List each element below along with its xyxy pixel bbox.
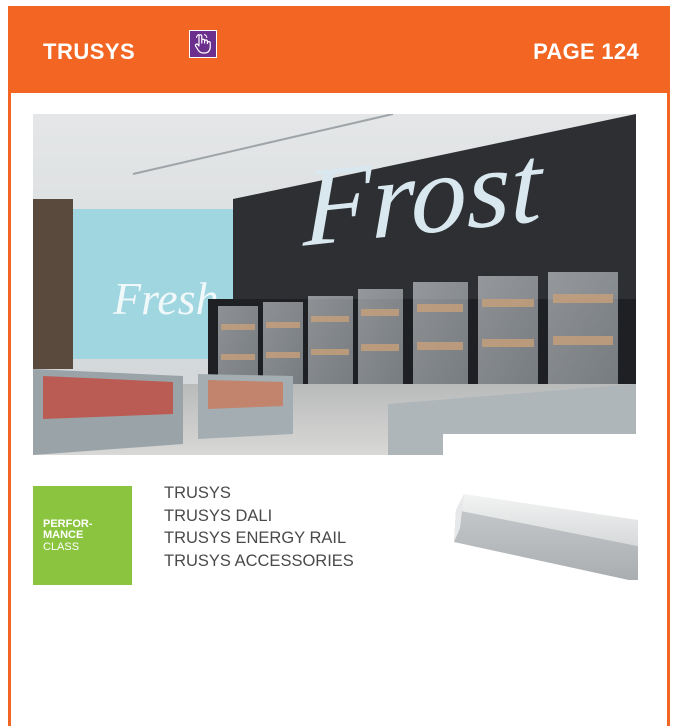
badge-line-2: MANCE [43, 528, 84, 541]
fresh-sign-text: Fresh [112, 273, 219, 324]
product-link-trusys-energy-rail[interactable]: TRUSYS ENERGY RAIL [164, 527, 354, 550]
store-photo: Frost Fresh [33, 114, 636, 455]
luminaire-image [442, 450, 638, 582]
badge-line-3: CLASS [43, 540, 80, 553]
product-list: TRUSYS TRUSYS DALI TRUSYS ENERGY RAIL TR… [164, 482, 354, 572]
header-bar: TRUSYS PAGE 124 [11, 9, 667, 93]
product-link-trusys-accessories[interactable]: TRUSYS ACCESSORIES [164, 550, 354, 573]
performance-class-badge: PERFOR- MANCE CLASS [33, 486, 132, 585]
page-number-label: PAGE 124 [533, 39, 639, 64]
product-link-trusys[interactable]: TRUSYS [164, 482, 354, 505]
frost-sign-text: Frost [302, 122, 544, 271]
badge-line-1: PERFOR- [43, 517, 93, 530]
pointing-hand-icon [194, 34, 211, 54]
product-title: TRUSYS [43, 39, 136, 64]
interactive-button[interactable] [189, 30, 217, 58]
product-link-trusys-dali[interactable]: TRUSYS DALI [164, 505, 354, 528]
